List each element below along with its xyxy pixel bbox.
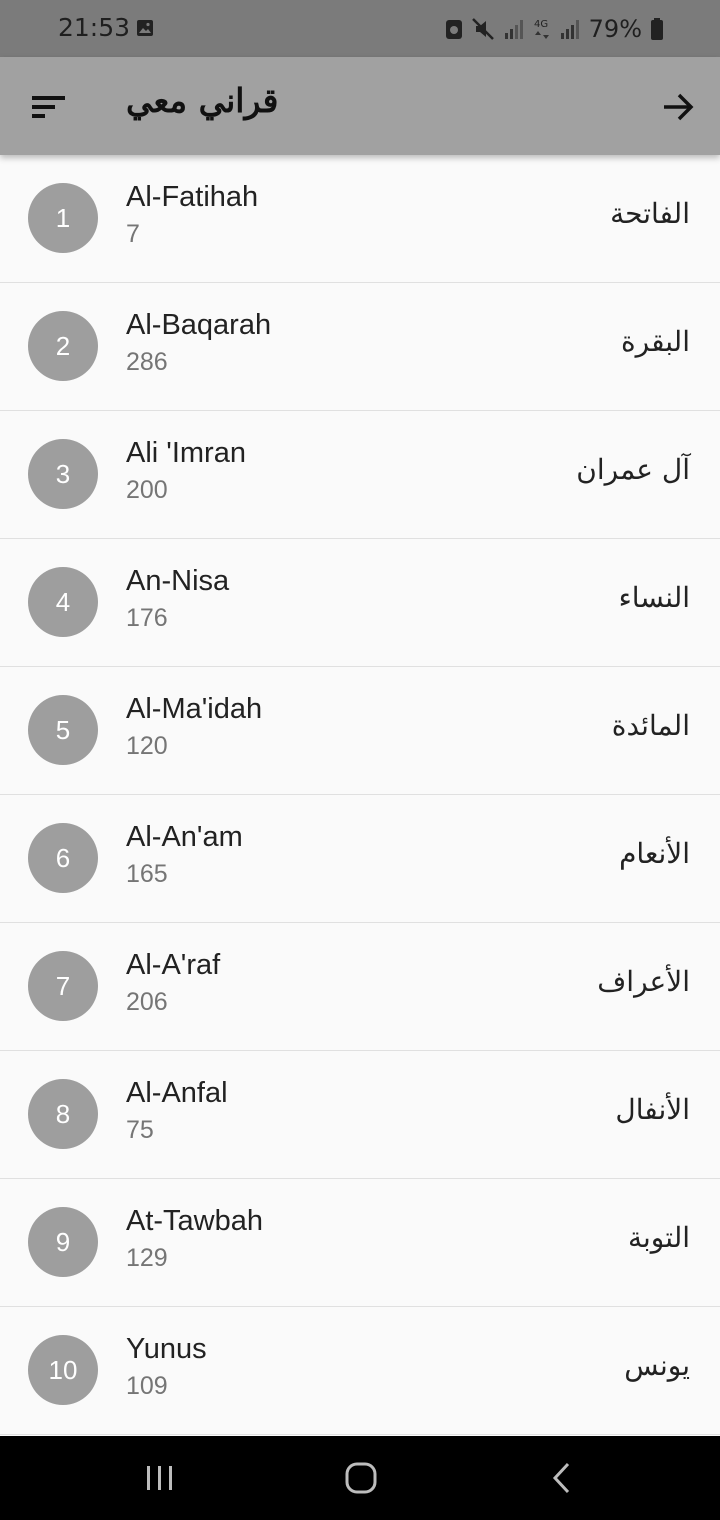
surah-number-badge: 9	[28, 1207, 98, 1277]
surah-arabic-name: المائدة	[611, 709, 690, 742]
surah-arabic-name: يونس	[624, 1349, 690, 1382]
surah-number-badge: 3	[28, 439, 98, 509]
arrow-forward-icon[interactable]	[654, 83, 702, 131]
verse-count: 129	[126, 1244, 168, 1272]
verse-count: 286	[126, 348, 168, 376]
status-bar: 21:53 4G 79%	[0, 0, 720, 57]
surah-name: Al-A'raf	[126, 949, 221, 981]
signal-icon	[504, 20, 523, 39]
surah-name: Al-Fatihah	[126, 181, 259, 213]
list-item[interactable]: 8 Al-Anfal 75 الأنفال	[0, 1051, 720, 1179]
surah-number-badge: 1	[28, 183, 98, 253]
surah-number-badge: 2	[28, 311, 98, 381]
home-icon[interactable]	[341, 1458, 381, 1498]
surah-number-badge: 6	[28, 823, 98, 893]
verse-count: 120	[126, 732, 168, 760]
battery-icon	[651, 18, 663, 40]
surah-name: Yunus	[126, 1333, 207, 1365]
surah-arabic-name: البقرة	[620, 325, 690, 358]
list-item[interactable]: 9 At-Tawbah 129 التوبة	[0, 1179, 720, 1307]
status-icons: 4G 79%	[445, 14, 664, 44]
mute-icon	[471, 18, 494, 40]
list-item[interactable]: 10 Yunus 109 يونس	[0, 1307, 720, 1435]
surah-name: Al-An'am	[126, 821, 243, 853]
back-icon[interactable]	[542, 1458, 582, 1498]
surah-number-badge: 10	[28, 1335, 98, 1405]
surah-name: Al-Anfal	[126, 1077, 228, 1109]
4g-icon: 4G	[534, 19, 549, 39]
battery-percent: 79%	[588, 15, 642, 43]
verse-count: 176	[126, 604, 168, 632]
system-nav-bar	[0, 1436, 720, 1520]
surah-arabic-name: الفاتحة	[610, 197, 690, 230]
surah-arabic-name: الأنعام	[619, 837, 690, 870]
verse-count: 7	[126, 220, 140, 248]
surah-name: Al-Ma'idah	[126, 693, 263, 725]
surah-arabic-name: الأعراف	[597, 965, 690, 998]
surah-arabic-name: التوبة	[627, 1221, 690, 1254]
recent-apps-icon[interactable]	[140, 1458, 180, 1498]
verse-count: 165	[126, 860, 168, 888]
list-item[interactable]: 6 Al-An'am 165 الأنعام	[0, 795, 720, 923]
list-item[interactable]: 2 Al-Baqarah 286 البقرة	[0, 283, 720, 411]
app-bar: قراني معي	[0, 57, 720, 155]
list-item[interactable]: 4 An-Nisa 176 النساء	[0, 539, 720, 667]
verse-count: 206	[126, 988, 168, 1016]
surah-arabic-name: آل عمران	[576, 453, 690, 486]
surah-number-badge: 4	[28, 567, 98, 637]
surah-number-badge: 8	[28, 1079, 98, 1149]
surah-number-badge: 5	[28, 695, 98, 765]
surah-name: Ali 'Imran	[126, 437, 246, 469]
surah-name: At-Tawbah	[126, 1205, 264, 1237]
sort-menu-icon[interactable]	[22, 83, 70, 131]
surah-number-badge: 7	[28, 951, 98, 1021]
verse-count: 75	[126, 1116, 154, 1144]
verse-count: 109	[126, 1372, 168, 1400]
surah-arabic-name: الأنفال	[615, 1093, 690, 1126]
signal-icon	[560, 20, 579, 39]
list-item[interactable]: 7 Al-A'raf 206 الأعراف	[0, 923, 720, 1051]
verse-count: 200	[126, 476, 168, 504]
surah-name: Al-Baqarah	[126, 309, 272, 341]
list-item[interactable]: 1 Al-Fatihah 7 الفاتحة	[0, 155, 720, 283]
svg-text:4G: 4G	[534, 19, 548, 30]
surah-arabic-name: النساء	[618, 581, 690, 614]
list-item[interactable]: 3 Ali 'Imran 200 آل عمران	[0, 411, 720, 539]
list-item[interactable]: 5 Al-Ma'idah 120 المائدة	[0, 667, 720, 795]
surah-list: 1 Al-Fatihah 7 الفاتحة 2 Al-Baqarah 286 …	[0, 155, 720, 1435]
app-title: قراني معي	[126, 81, 279, 120]
notification-icon	[445, 20, 462, 39]
status-time: 21:53	[58, 13, 131, 42]
image-icon	[137, 20, 153, 36]
surah-name: An-Nisa	[126, 565, 230, 597]
